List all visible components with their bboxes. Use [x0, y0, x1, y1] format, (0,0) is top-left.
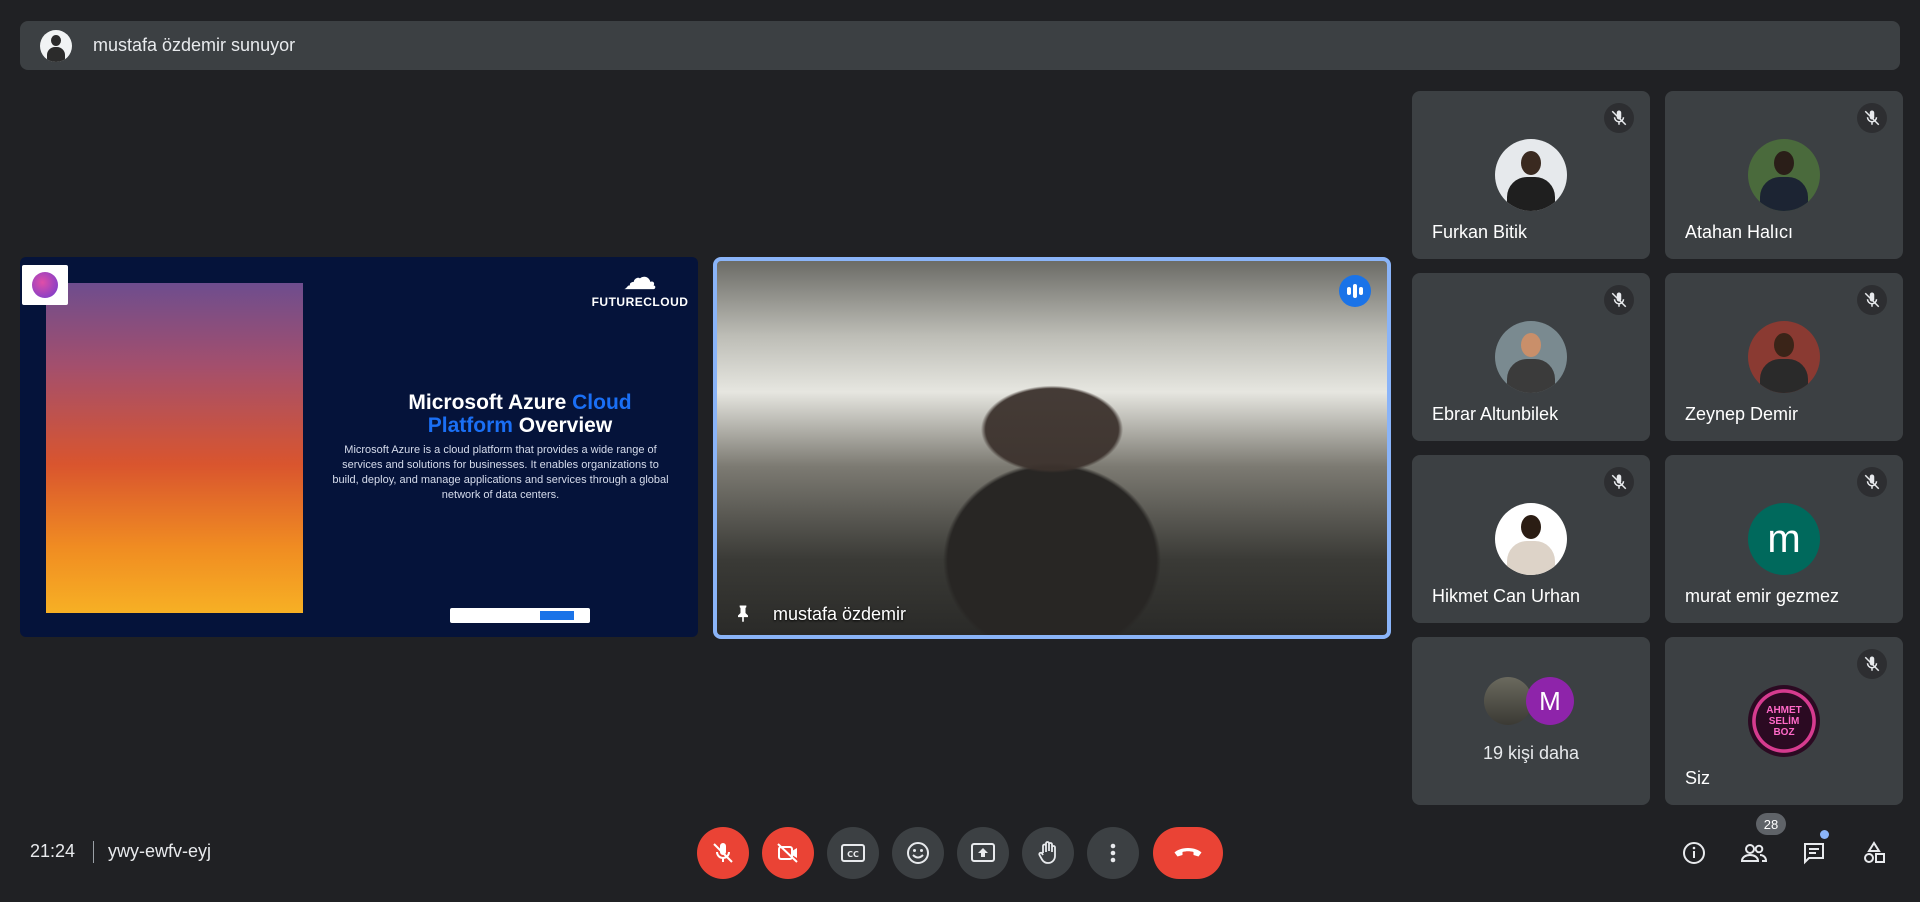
- footer-divider: [93, 841, 94, 863]
- more-participants-avatars: M: [1484, 677, 1580, 725]
- slide-title-part: Overview: [512, 414, 613, 437]
- participant-tile[interactable]: Atahan Halıcı: [1665, 91, 1903, 259]
- present-screen-icon: [971, 843, 995, 862]
- participant-name: murat emir gezmez: [1685, 586, 1840, 606]
- participant-tile[interactable]: Furkan Bitik: [1412, 91, 1650, 259]
- emoji-icon: [907, 842, 929, 864]
- pin-icon[interactable]: [733, 601, 753, 625]
- mic-off-icon: [1857, 285, 1887, 315]
- cloud-icon: ☁: [623, 259, 657, 297]
- self-avatar-text: BOZ: [1773, 726, 1795, 738]
- send-reaction-button[interactable]: [892, 827, 944, 879]
- mic-off-icon: [1857, 649, 1887, 679]
- self-tile[interactable]: AHMET SELİM BOZ Siz: [1665, 637, 1903, 805]
- mic-off-icon: [1604, 285, 1634, 315]
- camera-off-icon: [777, 843, 798, 863]
- more-options-icon: [1110, 843, 1116, 863]
- shared-screen[interactable]: ☁ FUTURECLOUD Microsoft Azure Cloud Plat…: [20, 257, 698, 637]
- participant-avatar: M: [1526, 677, 1574, 725]
- slide-title: Microsoft Azure Cloud Platform Overview: [320, 391, 698, 437]
- leave-call-button[interactable]: [1153, 827, 1223, 879]
- mic-off-icon: [1857, 467, 1887, 497]
- chat-button[interactable]: [1794, 833, 1834, 873]
- meeting-details-button[interactable]: [1674, 833, 1714, 873]
- participant-avatar: [1495, 321, 1567, 393]
- show-everyone-button[interactable]: [1734, 833, 1774, 873]
- raise-hand-button[interactable]: [1022, 827, 1074, 879]
- meeting-code: ywy-ewfv-eyj: [108, 841, 212, 861]
- microphone-toggle-button[interactable]: [697, 827, 749, 879]
- presenter-video-tile[interactable]: mustafa özdemir: [713, 257, 1391, 639]
- mic-off-icon: [1604, 103, 1634, 133]
- mic-off-icon: [1857, 103, 1887, 133]
- people-count-badge: 28: [1756, 813, 1786, 835]
- more-participants-label: 19 kişi daha: [1482, 743, 1580, 763]
- presenter-banner: mustafa özdemir sunuyor: [20, 21, 1900, 70]
- meeting-clock: 21:24: [30, 841, 76, 861]
- call-end-icon: [1174, 848, 1202, 857]
- participant-name: Hikmet Can Urhan: [1432, 586, 1581, 606]
- mic-off-icon: [1604, 467, 1634, 497]
- self-name: Siz: [1685, 768, 1711, 788]
- camera-toggle-button[interactable]: [762, 827, 814, 879]
- participant-avatar: [1748, 139, 1820, 211]
- slide-title-accent: Platform: [427, 414, 513, 437]
- activities-button[interactable]: [1854, 833, 1894, 873]
- captions-icon: CC: [841, 844, 865, 862]
- participant-avatar: m: [1748, 503, 1820, 575]
- slide-brand-logo: ☁ FUTURECLOUD: [590, 261, 690, 309]
- presenter-video-name: mustafa özdemir: [773, 604, 907, 624]
- present-now-button[interactable]: [957, 827, 1009, 879]
- people-icon: [1740, 844, 1768, 862]
- participant-tile[interactable]: Zeynep Demir: [1665, 273, 1903, 441]
- info-icon: [1683, 842, 1705, 864]
- participant-tile[interactable]: Ebrar Altunbilek: [1412, 273, 1650, 441]
- more-participants-tile[interactable]: M 19 kişi daha: [1412, 637, 1650, 805]
- more-options-button[interactable]: [1087, 827, 1139, 879]
- self-avatar-text: SELİM: [1768, 715, 1800, 727]
- svg-text:CC: CC: [847, 850, 859, 859]
- raise-hand-icon: [1038, 841, 1056, 864]
- participant-avatar: [1495, 503, 1567, 575]
- slide-corner-logo: [22, 265, 68, 305]
- slide-body-text: Microsoft Azure is a cloud platform that…: [332, 444, 669, 501]
- speaking-indicator-icon: [1339, 275, 1371, 307]
- self-avatar: AHMET SELİM BOZ: [1748, 685, 1820, 757]
- participant-name: Zeynep Demir: [1685, 404, 1799, 424]
- slide-brand-name: FUTURECLOUD: [591, 295, 689, 309]
- mic-off-icon: [713, 843, 733, 863]
- presenter-banner-text: mustafa özdemir sunuyor: [93, 35, 296, 55]
- participant-tile[interactable]: Hikmet Can Urhan: [1412, 455, 1650, 623]
- captions-button[interactable]: CC: [827, 827, 879, 879]
- slide-sunset-image: [46, 283, 303, 613]
- presenter-avatar: [40, 29, 72, 62]
- participant-avatar: [1495, 139, 1567, 211]
- chat-icon: [1804, 843, 1824, 865]
- slide-cookie-banner: [450, 608, 590, 623]
- slide-title-accent: Cloud: [572, 391, 632, 414]
- participant-avatar: [1748, 321, 1820, 393]
- chat-notification-dot: [1820, 830, 1829, 839]
- participant-name: Furkan Bitik: [1432, 222, 1528, 242]
- participant-avatar: [1484, 677, 1532, 725]
- participant-name: Ebrar Altunbilek: [1432, 404, 1559, 424]
- participant-name: Atahan Halıcı: [1685, 222, 1794, 242]
- activities-icon: [1864, 841, 1885, 863]
- self-avatar-text: AHMET: [1766, 704, 1802, 716]
- slide-title-part: Microsoft Azure: [408, 391, 573, 414]
- participant-tile[interactable]: m murat emir gezmez: [1665, 455, 1903, 623]
